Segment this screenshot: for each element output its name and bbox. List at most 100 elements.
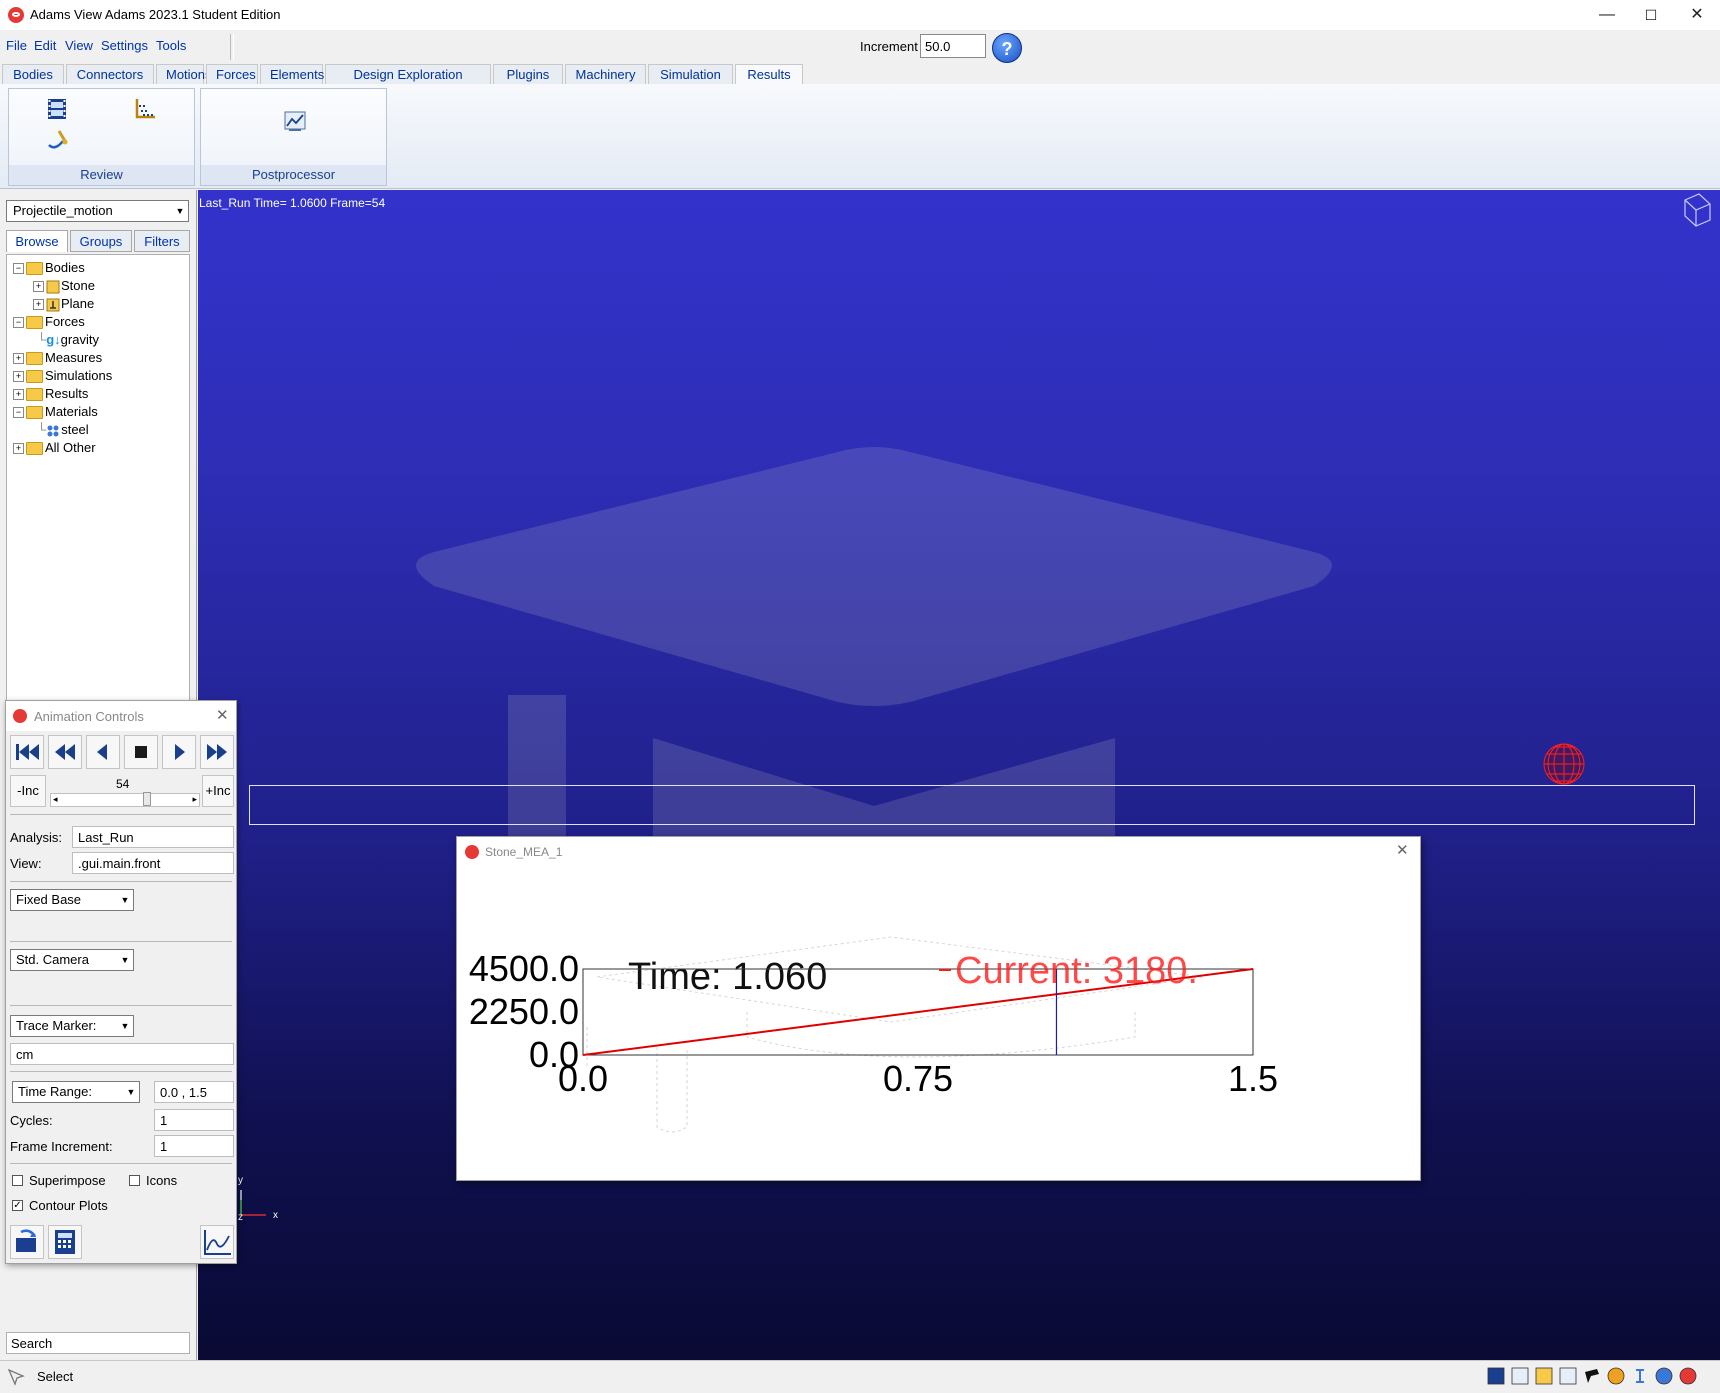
tab-results[interactable]: Results: [735, 64, 803, 85]
expand-icon[interactable]: +: [13, 443, 24, 455]
trace-icon[interactable]: [45, 127, 69, 151]
icons-checkbox[interactable]: [129, 1175, 140, 1186]
part-color-icon[interactable]: [1534, 1366, 1554, 1386]
menu-view[interactable]: View: [65, 38, 93, 53]
time-readout: Time: 1.060: [628, 956, 827, 998]
expand-icon[interactable]: +: [13, 353, 24, 365]
minimize-button[interactable]: —: [1584, 0, 1630, 30]
rewind-to-start-button[interactable]: [10, 735, 44, 769]
viewport[interactable]: Last_Run Time= 1.0600 Frame=54 y x z: [198, 190, 1720, 1360]
analysis-field[interactable]: Last_Run: [72, 826, 234, 848]
tab-browse[interactable]: Browse: [6, 230, 68, 252]
tab-machinery[interactable]: Machinery: [565, 64, 646, 84]
superimpose-label: Superimpose: [29, 1173, 106, 1188]
tree-node-plane[interactable]: + Plane: [33, 295, 94, 313]
tab-forces[interactable]: Forces: [206, 64, 258, 84]
sphere-icon[interactable]: [1606, 1366, 1626, 1386]
help-button[interactable]: ?: [992, 33, 1022, 63]
collapse-icon[interactable]: −: [13, 317, 24, 329]
fast-reverse-button[interactable]: [48, 735, 82, 769]
separator: [10, 814, 232, 815]
cycles-field[interactable]: 1: [154, 1109, 234, 1131]
plot-button[interactable]: [200, 1225, 234, 1259]
menu-file[interactable]: File: [6, 38, 27, 53]
play-reverse-button[interactable]: [86, 735, 120, 769]
expand-icon[interactable]: +: [13, 371, 24, 383]
tree-node-steel[interactable]: └ steel: [37, 421, 89, 439]
calculator-button[interactable]: [48, 1225, 82, 1259]
tab-design-exploration[interactable]: Design Exploration: [325, 64, 491, 84]
tab-filters[interactable]: Filters: [134, 230, 190, 252]
tab-motions[interactable]: Motions: [156, 64, 212, 84]
measure-plot: Time: 1.060 0.02250.04500.00.0 0.75 1.5 Cu…: [469, 936, 1278, 1133]
expand-icon[interactable]: +: [33, 281, 44, 293]
decrement-frame-button[interactable]: -Inc: [10, 775, 46, 807]
frame-increment-field[interactable]: 1: [154, 1135, 234, 1157]
camera-select[interactable]: Std. Camera ▼: [10, 949, 134, 971]
fast-forward-button[interactable]: [200, 735, 234, 769]
info-circle-icon[interactable]: [1654, 1366, 1674, 1386]
slider-thumb[interactable]: [143, 792, 151, 806]
search-input[interactable]: Search: [6, 1332, 190, 1354]
superimpose-checkbox[interactable]: [12, 1175, 23, 1186]
tree-node-bodies[interactable]: − Bodies: [13, 259, 85, 277]
frame-slider[interactable]: ◂ ▸: [50, 792, 200, 807]
tree-node-all-other[interactable]: + All Other: [13, 439, 96, 457]
base-select[interactable]: Fixed Base ▼: [10, 889, 134, 911]
close-icon[interactable]: ✕: [216, 706, 229, 724]
expand-icon[interactable]: +: [13, 389, 24, 401]
increment-frame-button[interactable]: +Inc: [202, 775, 234, 807]
record-animation-button[interactable]: [10, 1225, 44, 1259]
time-range-select-value: Time Range:: [18, 1084, 92, 1099]
slider-right-arrow-icon[interactable]: ▸: [192, 794, 197, 805]
axis-z-label: z: [238, 1212, 243, 1223]
tree-node-forces[interactable]: − Forces: [13, 313, 85, 331]
plot-icon[interactable]: [1510, 1366, 1530, 1386]
tab-bodies[interactable]: Bodies: [2, 64, 64, 84]
menu-edit[interactable]: Edit: [34, 38, 56, 53]
collapse-icon[interactable]: −: [13, 407, 24, 419]
separator: [10, 1071, 232, 1072]
animation-controls-icon[interactable]: [45, 97, 69, 121]
viewport-scene: [240, 193, 1711, 1216]
tab-groups[interactable]: Groups: [70, 230, 132, 252]
contour-plots-checkbox[interactable]: ✓: [12, 1200, 23, 1211]
render-mode-icon[interactable]: [1486, 1366, 1506, 1386]
tab-simulation[interactable]: Simulation: [648, 64, 733, 84]
increment-input[interactable]: [920, 34, 986, 58]
stone-sphere: [1543, 743, 1585, 785]
folder-icon: [26, 352, 43, 366]
tree-label: All Other: [45, 440, 96, 455]
menu-tools[interactable]: Tools: [156, 38, 186, 53]
collapse-icon[interactable]: −: [13, 263, 24, 275]
expand-icon[interactable]: +: [33, 299, 44, 311]
record-icon[interactable]: [1678, 1366, 1698, 1386]
tree-node-measures[interactable]: + Measures: [13, 349, 102, 367]
tab-plugins[interactable]: Plugins: [493, 64, 563, 84]
time-range-select[interactable]: Time Range: ▼: [12, 1081, 140, 1103]
menu-settings[interactable]: Settings: [101, 38, 148, 53]
stop-button[interactable]: [124, 735, 158, 769]
tree-node-results[interactable]: + Results: [13, 385, 88, 403]
tree-node-materials[interactable]: − Materials: [13, 403, 98, 421]
tree-node-simulations[interactable]: + Simulations: [13, 367, 112, 385]
view-field[interactable]: .gui.main.front: [72, 852, 234, 874]
trace-marker-field[interactable]: cm: [10, 1043, 234, 1065]
model-select[interactable]: Projectile_motion ▼: [6, 200, 189, 222]
close-button[interactable]: ✕: [1674, 0, 1720, 30]
tab-elements[interactable]: Elements: [260, 64, 324, 84]
info-icon[interactable]: [1630, 1366, 1650, 1386]
slider-left-arrow-icon[interactable]: ◂: [53, 794, 58, 805]
maximize-button[interactable]: ☐: [1628, 0, 1674, 30]
tree-node-stone[interactable]: + Stone: [33, 277, 95, 295]
frame-increment-label: Frame Increment:: [10, 1139, 113, 1154]
table-icon[interactable]: [1558, 1366, 1578, 1386]
time-range-field[interactable]: 0.0 , 1.5: [154, 1081, 234, 1103]
tab-connectors[interactable]: Connectors: [66, 64, 154, 84]
play-forward-button[interactable]: [162, 735, 196, 769]
tree-node-gravity[interactable]: └g↓gravity: [37, 331, 99, 349]
measure-plot-icon[interactable]: [133, 97, 157, 121]
trace-select[interactable]: Trace Marker: ▼: [10, 1015, 134, 1037]
postprocessor-icon[interactable]: [283, 109, 307, 133]
pointer-icon[interactable]: [1582, 1366, 1602, 1386]
